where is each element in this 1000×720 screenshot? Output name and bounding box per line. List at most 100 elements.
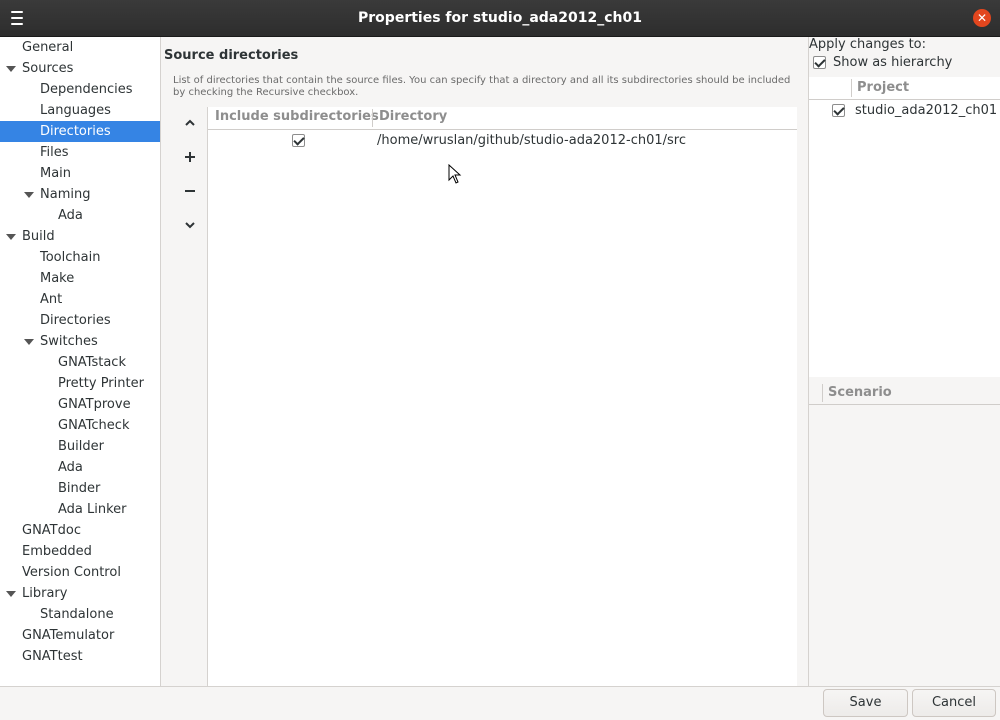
column-divider	[822, 384, 823, 402]
sidebar-item-gnattest[interactable]: GNATtest	[0, 646, 160, 667]
add-directory-button[interactable]	[180, 148, 200, 168]
table-row[interactable]: studio_ada2012_ch01	[809, 100, 1000, 122]
sidebar-item-ant[interactable]: Ant	[0, 289, 160, 310]
minus-icon	[185, 190, 195, 192]
dialog-footer: Save Cancel	[0, 686, 1000, 720]
sidebar-item-label: GNATcheck	[58, 418, 130, 433]
plus-icon	[185, 152, 195, 162]
sidebar-item-label: Pretty Printer	[58, 376, 144, 391]
sidebar-item-embedded[interactable]: Embedded	[0, 541, 160, 562]
sidebar-item-library[interactable]: Library	[0, 583, 160, 604]
sidebar-item-label: Files	[40, 145, 69, 160]
column-divider	[372, 109, 373, 127]
sidebar-item-label: Library	[22, 586, 68, 601]
sidebar-item-label: GNATprove	[58, 397, 131, 412]
project-header: Project	[809, 77, 1000, 100]
sidebar-item-label: General	[22, 40, 74, 55]
expander-arrow-icon[interactable]	[24, 339, 34, 345]
table-row[interactable]: /home/wruslan/github/studio-ada2012-ch01…	[208, 130, 797, 152]
cancel-button[interactable]: Cancel	[912, 689, 996, 717]
apply-changes-panel: Apply changes to: Show as hierarchy Proj…	[808, 37, 1000, 686]
include-subdirectories-checkbox[interactable]	[292, 134, 305, 147]
sidebar-item-main[interactable]: Main	[0, 163, 160, 184]
column-header-include-subdirectories[interactable]: Include subdirectories	[215, 109, 379, 124]
scenario-header: Scenario	[809, 382, 1000, 405]
project-list[interactable]: Project studio_ada2012_ch01	[809, 77, 1000, 377]
sidebar-item-gnatstack[interactable]: GNATstack	[0, 352, 160, 373]
sidebar-item-label: Binder	[58, 481, 101, 496]
column-header-project[interactable]: Project	[857, 80, 909, 95]
sidebar-item-label: Sources	[22, 61, 74, 76]
save-button[interactable]: Save	[823, 689, 908, 717]
sidebar-item-label: Ada	[58, 208, 83, 223]
sidebar-item-sources[interactable]: Sources	[0, 58, 160, 79]
sidebar-item-label: Switches	[40, 334, 98, 349]
chevron-up-icon	[185, 119, 195, 126]
remove-directory-button[interactable]	[180, 182, 200, 202]
sidebar-item-ada[interactable]: Ada	[0, 205, 160, 226]
sidebar-item-label: Main	[40, 166, 72, 181]
sidebar-item-label: GNATdoc	[22, 523, 81, 538]
sidebar-item-label: Builder	[58, 439, 104, 454]
hamburger-icon[interactable]	[9, 10, 25, 26]
sidebar-item-general[interactable]: General	[0, 37, 160, 58]
directory-path: /home/wruslan/github/studio-ada2012-ch01…	[377, 133, 686, 148]
sidebar-item-directories[interactable]: Directories	[0, 121, 160, 142]
sidebar-item-label: Languages	[40, 103, 111, 118]
sidebar-item-label: Naming	[40, 187, 91, 202]
column-header-scenario[interactable]: Scenario	[828, 385, 892, 400]
list-header: Include subdirectories Directory	[208, 107, 797, 130]
section-description: List of directories that contain the sou…	[173, 75, 791, 98]
sidebar-item-build[interactable]: Build	[0, 226, 160, 247]
sidebar-item-label: Dependencies	[40, 82, 133, 97]
sidebar-item-label: GNATstack	[58, 355, 126, 370]
sidebar-item-naming[interactable]: Naming	[0, 184, 160, 205]
sidebar-item-label: Directories	[40, 124, 111, 139]
chevron-down-icon	[185, 222, 195, 229]
sidebar-item-label: GNATtest	[22, 649, 83, 664]
expander-arrow-icon[interactable]	[6, 66, 16, 72]
sidebar-item-standalone[interactable]: Standalone	[0, 604, 160, 625]
expander-arrow-icon[interactable]	[6, 591, 16, 597]
column-header-directory[interactable]: Directory	[379, 109, 447, 124]
sidebar-item-label: Embedded	[22, 544, 92, 559]
sidebar-item-label: Version Control	[22, 565, 121, 580]
sidebar-item-gnatemulator[interactable]: GNATemulator	[0, 625, 160, 646]
sidebar-item-version-control[interactable]: Version Control	[0, 562, 160, 583]
sidebar-item-ada-linker[interactable]: Ada Linker	[0, 499, 160, 520]
project-checkbox[interactable]	[832, 104, 845, 117]
section-title: Source directories	[164, 48, 299, 63]
sidebar-item-dependencies[interactable]: Dependencies	[0, 79, 160, 100]
sidebar-item-files[interactable]: Files	[0, 142, 160, 163]
move-up-button[interactable]	[180, 114, 200, 134]
scenario-list[interactable]: Scenario	[809, 382, 1000, 686]
expander-arrow-icon[interactable]	[6, 234, 16, 240]
sidebar-item-label: Directories	[40, 313, 111, 328]
show-as-hierarchy-checkbox[interactable]	[813, 56, 826, 69]
move-down-button[interactable]	[180, 216, 200, 236]
sidebar-item-label: Make	[40, 271, 75, 286]
sidebar-item-gnatprove[interactable]: GNATprove	[0, 394, 160, 415]
sidebar-item-switches[interactable]: Switches	[0, 331, 160, 352]
sidebar-item-languages[interactable]: Languages	[0, 100, 160, 121]
sidebar-tree: General Sources Dependencies Languages Direc…	[0, 37, 161, 686]
sidebar-item-directories[interactable]: Directories	[0, 310, 160, 331]
sidebar-item-ada[interactable]: Ada	[0, 457, 160, 478]
sidebar-item-gnatcheck[interactable]: GNATcheck	[0, 415, 160, 436]
sidebar-item-builder[interactable]: Builder	[0, 436, 160, 457]
sidebar-item-gnatdoc[interactable]: GNATdoc	[0, 520, 160, 541]
close-icon[interactable]: ✕	[973, 9, 991, 27]
sidebar-item-label: Toolchain	[40, 250, 101, 265]
sidebar-item-label: Ada Linker	[58, 502, 127, 517]
expander-arrow-icon[interactable]	[24, 192, 34, 198]
sidebar-item-toolchain[interactable]: Toolchain	[0, 247, 160, 268]
directory-list[interactable]: Include subdirectories Directory /home/w…	[207, 107, 797, 686]
main-panel: Source directories List of directories t…	[161, 37, 807, 686]
mouse-cursor-icon	[448, 164, 462, 184]
sidebar-item-pretty-printer[interactable]: Pretty Printer	[0, 373, 160, 394]
sidebar-item-binder[interactable]: Binder	[0, 478, 160, 499]
sidebar-item-label: Ada	[58, 460, 83, 475]
show-as-hierarchy-toggle[interactable]: Show as hierarchy	[811, 55, 1000, 73]
sidebar-item-label: Standalone	[40, 607, 114, 622]
sidebar-item-make[interactable]: Make	[0, 268, 160, 289]
